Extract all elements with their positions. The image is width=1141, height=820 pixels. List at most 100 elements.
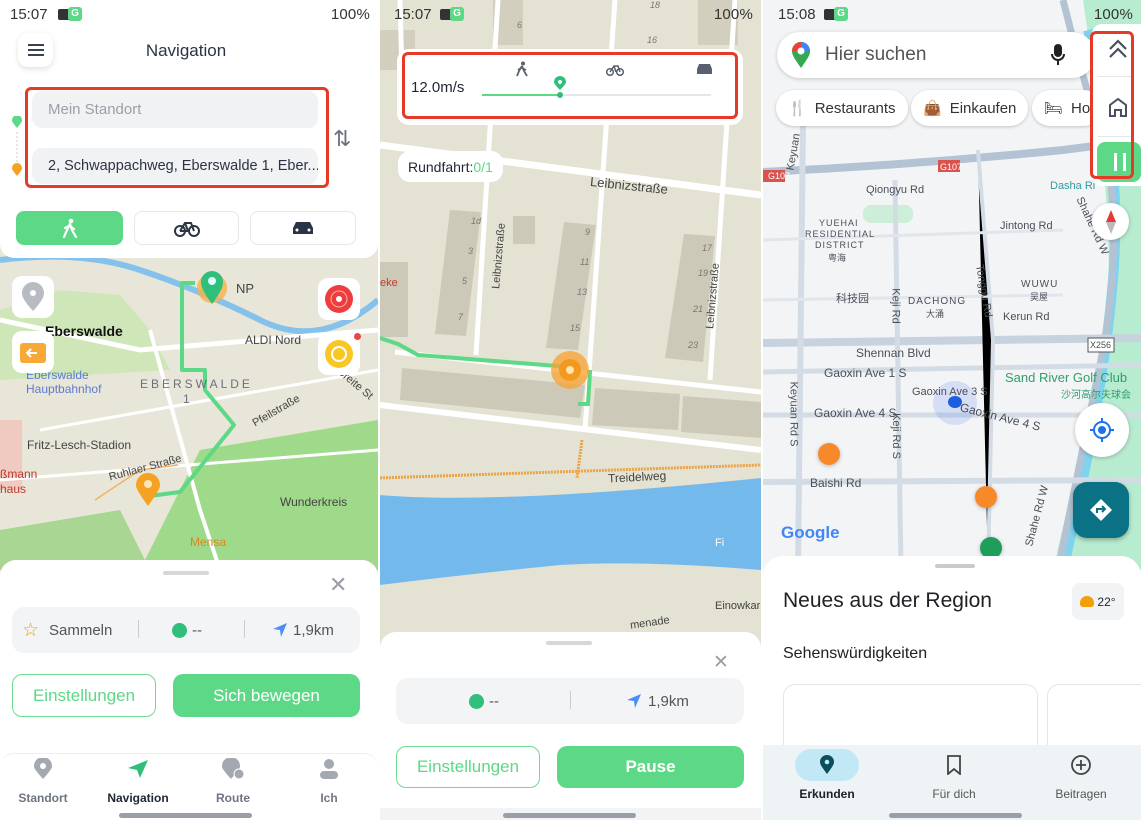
app-badge-icon: G [68,7,82,21]
tab-label: Für dich [932,787,976,801]
map-label: haus [0,482,27,496]
bike-icon [173,222,200,237]
distance-value: 1,9km [648,693,689,710]
microphone-icon[interactable] [1051,44,1065,66]
map-label: Shennan Blvd [856,346,931,360]
map-label: Keji Rd [889,288,902,324]
swap-button[interactable]: ⇅ [333,126,351,152]
tab-standort[interactable]: Standort [3,757,83,805]
page-title: Navigation [145,41,227,60]
attraction-card[interactable] [783,684,1038,754]
close-button[interactable]: ✕ [329,572,347,598]
map-label: 1 [183,392,190,406]
map-label: ALDI Nord [245,333,302,347]
home-indicator[interactable] [889,813,1022,818]
map-label: DISTRICT [815,240,865,250]
my-location-button[interactable] [1075,403,1129,457]
roundtrip-count: 0/1 [473,158,493,175]
directions-button[interactable] [1073,482,1129,538]
start-pin-icon [197,270,227,306]
house-number: 16 [647,35,658,45]
radar-button[interactable] [318,278,360,320]
home-indicator[interactable] [119,813,252,818]
compass-icon [1105,209,1116,234]
sheet-handle[interactable] [935,564,975,568]
tab-route[interactable]: Route [193,757,273,805]
app-badge-icon: G [834,7,848,21]
tab-ich[interactable]: Ich [289,758,369,805]
map-label: Gaoxin Ave 1 S [824,366,907,380]
house-number: 13 [577,287,588,297]
map-label: Wunderkreis [280,495,348,509]
restaurant-poi-icon[interactable] [818,443,840,465]
battery-level: 100% [1093,6,1133,23]
chip-label: Einkaufen [949,99,1017,117]
map-label: Mensa [190,535,227,549]
map-label: YUEHAI [819,218,859,228]
tab-beitragen[interactable]: Beitragen [1041,755,1121,801]
battery-level: 100% [330,6,370,23]
bed-icon: 🛏 [1044,100,1064,117]
weather-chip[interactable]: 22° [1072,583,1124,620]
house-number: 23 [688,340,699,350]
route-info-box: ☆ Sammeln -- 1,9km [12,607,360,653]
map-label: Keji Rd S [889,413,902,459]
home-indicator[interactable] [503,813,636,818]
map-label: 科技园 [836,293,869,305]
map-label: 吴屋 [1030,292,1049,302]
house-number: 3 [468,246,474,256]
route-icon [222,757,245,780]
map-label: DACHONG [908,296,967,307]
map-label: Keyuan Rd S [787,381,800,447]
chip-einkaufen[interactable]: 👜 Einkaufen [911,90,1029,126]
map-label: WUWU [1021,279,1059,290]
sheet-handle[interactable] [546,641,592,645]
navigation-arrow-icon [273,623,287,637]
tab-navigation[interactable]: Navigation [98,758,178,805]
directions-icon [1090,499,1112,521]
mode-car-button[interactable] [250,211,356,245]
tab-erkunden[interactable]: Erkunden [787,755,867,801]
status-time: 15:07 [10,6,48,23]
location-mode-button[interactable] [12,276,54,318]
settings-button[interactable]: Einstellungen [12,674,156,717]
map-label: 粤海 [828,253,847,263]
sheet-handle[interactable] [163,571,209,575]
chip-label: Restaurants [814,99,896,117]
section-heading: Sehenswürdigkeiten [783,645,928,662]
clock-icon [172,623,187,638]
collect-label[interactable]: Sammeln [49,622,112,639]
search-input[interactable]: Hier suchen [825,44,926,66]
road-shield: G107 [940,162,963,172]
add-circle-icon [1071,755,1091,775]
cafe-poi-icon[interactable] [975,486,997,508]
status-time: 15:08 [778,6,816,23]
import-file-button[interactable] [12,331,54,373]
mode-walk-button[interactable] [16,211,123,245]
mode-bike-button[interactable] [134,211,239,245]
coin-button[interactable] [318,333,360,375]
chip-restaurants[interactable]: 🍴 Restaurants [776,90,908,126]
star-icon[interactable]: ☆ [22,619,39,642]
status-bar: 15:08 G 100% [763,0,1141,28]
attraction-card[interactable] [1047,684,1141,754]
roundtrip-label: Rundfahrt: [408,158,474,175]
radar-icon [325,285,353,313]
tab-label: Navigation [107,791,169,805]
tab-fuer-dich[interactable]: Für dich [914,755,994,801]
map-label: ßmann [0,467,38,481]
compass-button[interactable] [1092,203,1129,240]
settings-button[interactable]: Einstellungen [396,746,540,788]
start-moving-button[interactable]: Sich bewegen [173,674,360,717]
close-button[interactable]: ✕ [713,651,729,674]
house-number: 9 [585,227,591,237]
pause-button[interactable]: Pause [557,746,744,788]
map-label: Jintong Rd [1000,220,1053,232]
map-label: eke [380,277,398,289]
search-bar[interactable]: Hier suchen [777,32,1095,78]
google-maps-screen: G107 G107 X256 Keyuan Qiongyu Rd Jintong… [763,0,1141,820]
status-bar: 15:07 G 100% [380,0,761,28]
route-connector-icon [12,116,22,176]
road-shield: X256 [1090,340,1112,350]
battery-level: 100% [713,6,753,23]
